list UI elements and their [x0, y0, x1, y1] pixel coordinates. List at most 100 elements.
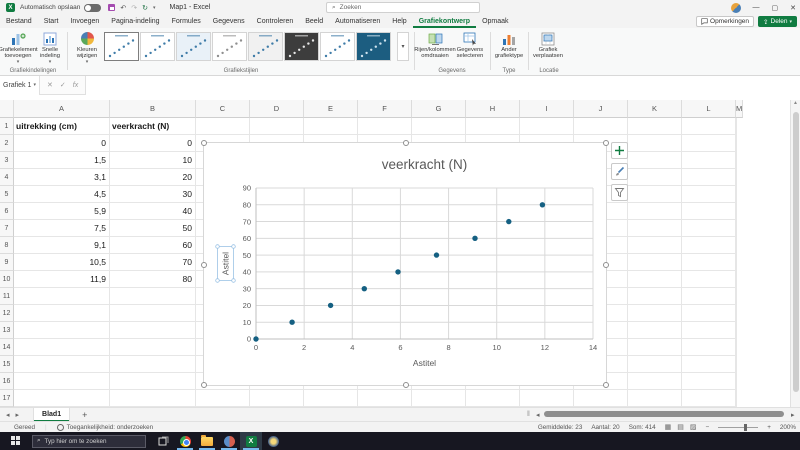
- tab-splitter[interactable]: ‖: [527, 411, 530, 418]
- cell-K10[interactable]: [628, 271, 682, 288]
- cell-B15[interactable]: [110, 356, 196, 373]
- column-header-C[interactable]: C: [196, 100, 250, 118]
- cell-A12[interactable]: [14, 305, 110, 322]
- cell-M11[interactable]: [736, 288, 737, 305]
- close-button[interactable]: ✕: [790, 4, 796, 12]
- view-normal-icon[interactable]: ▦: [665, 423, 672, 431]
- cell-A10[interactable]: 11,9: [14, 271, 110, 288]
- cell-M7[interactable]: [736, 220, 737, 237]
- cell-K17[interactable]: [628, 390, 682, 407]
- excel-app-icon[interactable]: X: [6, 3, 15, 12]
- data-point[interactable]: [506, 218, 512, 225]
- row-header-15[interactable]: 15: [0, 356, 14, 373]
- chart-style-3[interactable]: [176, 32, 211, 61]
- cell-B10[interactable]: 80: [110, 271, 196, 288]
- chart-resize-handle[interactable]: [603, 140, 609, 146]
- cell-K5[interactable]: [628, 186, 682, 203]
- row-header-16[interactable]: 16: [0, 373, 14, 390]
- cell-L5[interactable]: [682, 186, 736, 203]
- chart-resize-handle[interactable]: [201, 382, 207, 388]
- row-header-8[interactable]: 8: [0, 237, 14, 254]
- row-header-10[interactable]: 10: [0, 271, 14, 288]
- data-point[interactable]: [361, 286, 367, 292]
- start-button[interactable]: [11, 436, 21, 446]
- cell-K7[interactable]: [628, 220, 682, 237]
- cell-K11[interactable]: [628, 288, 682, 305]
- chart-title[interactable]: veerkracht (N): [382, 157, 468, 172]
- cell-A9[interactable]: 10,5: [14, 254, 110, 271]
- cell-B9[interactable]: 70: [110, 254, 196, 271]
- cell-M10[interactable]: [736, 271, 737, 288]
- column-header-L[interactable]: L: [682, 100, 736, 118]
- chart-elements-button[interactable]: [611, 142, 628, 159]
- column-header-A[interactable]: A: [14, 100, 110, 118]
- cell-K12[interactable]: [628, 305, 682, 322]
- comments-button[interactable]: Opmerkingen: [696, 16, 755, 27]
- chart-style-7[interactable]: [320, 32, 355, 61]
- tab-invoegen[interactable]: Invoegen: [64, 15, 105, 28]
- data-point[interactable]: [327, 302, 334, 309]
- cell-G17[interactable]: [412, 390, 466, 407]
- cell-K14[interactable]: [628, 339, 682, 356]
- data-point[interactable]: [472, 235, 478, 241]
- chart-resize-handle[interactable]: [201, 140, 207, 146]
- row-header-11[interactable]: 11: [0, 288, 14, 305]
- tab-automatiseren[interactable]: Automatiseren: [329, 15, 386, 28]
- cell-J1[interactable]: [574, 118, 628, 135]
- cell-K16[interactable]: [628, 373, 682, 390]
- tab-opmaak[interactable]: Opmaak: [476, 15, 514, 28]
- cell-A6[interactable]: 5,9: [14, 203, 110, 220]
- cell-K15[interactable]: [628, 356, 682, 373]
- cell-B14[interactable]: [110, 339, 196, 356]
- cell-L6[interactable]: [682, 203, 736, 220]
- cell-M2[interactable]: [736, 135, 737, 152]
- row-header-4[interactable]: 4: [0, 169, 14, 186]
- cell-H17[interactable]: [466, 390, 520, 407]
- cell-L4[interactable]: [682, 169, 736, 186]
- chart[interactable]: 0 10 20 30 40 50 60 70 80 90 0 2 4 6 8 10 12 14 veerkracht…: [201, 140, 609, 388]
- row-header-6[interactable]: 6: [0, 203, 14, 220]
- cell-C17[interactable]: [196, 390, 250, 407]
- cell-G1[interactable]: [412, 118, 466, 135]
- undo-icon[interactable]: ↶: [120, 4, 126, 12]
- cell-B13[interactable]: [110, 322, 196, 339]
- share-button[interactable]: ⇪ Delen ▾: [758, 16, 797, 27]
- chart-resize-handle[interactable]: [603, 382, 609, 388]
- row-header-9[interactable]: 9: [0, 254, 14, 271]
- cell-A16[interactable]: [14, 373, 110, 390]
- cell-L9[interactable]: [682, 254, 736, 271]
- taskbar-search[interactable]: ⌕ Typ hier om te zoeken: [32, 434, 146, 448]
- cell-K3[interactable]: [628, 152, 682, 169]
- tab-formules[interactable]: Formules: [166, 15, 207, 28]
- cell-M17[interactable]: [736, 390, 737, 407]
- tab-start[interactable]: Start: [38, 15, 65, 28]
- taskbar-paint[interactable]: [218, 432, 240, 450]
- chart-style-2[interactable]: [140, 32, 175, 61]
- taskbar-excel[interactable]: X: [240, 432, 262, 450]
- redo-icon[interactable]: ↷: [131, 4, 137, 12]
- cell-M16[interactable]: [736, 373, 737, 390]
- column-header-M[interactable]: M: [736, 100, 744, 118]
- cell-L12[interactable]: [682, 305, 736, 322]
- cell-E17[interactable]: [304, 390, 358, 407]
- chart-styles-button[interactable]: [611, 163, 628, 180]
- tab-controleren[interactable]: Controleren: [251, 15, 300, 28]
- cell-L11[interactable]: [682, 288, 736, 305]
- user-avatar[interactable]: [730, 2, 741, 13]
- cell-A17[interactable]: [14, 390, 110, 407]
- cell-H1[interactable]: [466, 118, 520, 135]
- cell-C1[interactable]: [196, 118, 250, 135]
- cancel-icon[interactable]: ✕: [47, 81, 53, 89]
- cell-B5[interactable]: 30: [110, 186, 196, 203]
- cell-B17[interactable]: [110, 390, 196, 407]
- cell-L16[interactable]: [682, 373, 736, 390]
- cell-J17[interactable]: [574, 390, 628, 407]
- style-gallery-more-button[interactable]: ▾: [397, 32, 409, 61]
- sheet-next-icon[interactable]: ▸: [16, 411, 20, 419]
- row-header-17[interactable]: 17: [0, 390, 14, 407]
- zoom-level[interactable]: 200%: [780, 424, 796, 431]
- add-sheet-icon[interactable]: +: [82, 410, 87, 420]
- chart-resize-handle[interactable]: [403, 140, 409, 146]
- column-header-K[interactable]: K: [628, 100, 682, 118]
- cell-A7[interactable]: 7,5: [14, 220, 110, 237]
